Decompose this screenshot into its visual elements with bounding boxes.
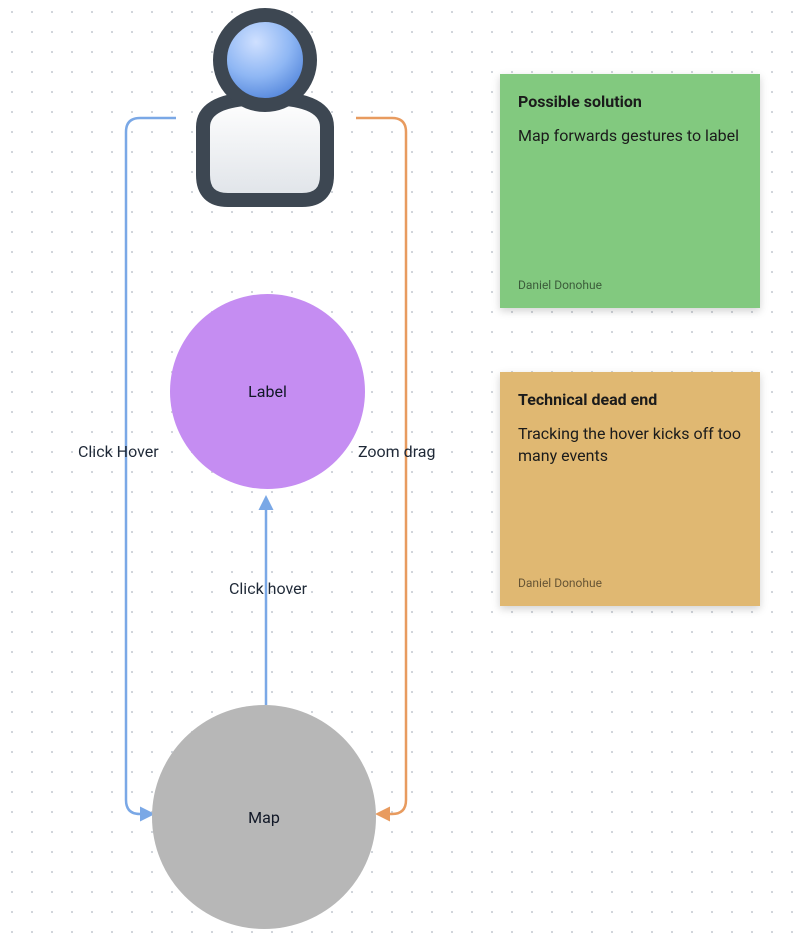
map-node-text: Map [248,808,280,827]
edge-label-click-hover-left: Click Hover [78,442,159,461]
label-node[interactable]: Label [170,294,365,489]
sticky-body: Map forwards gestures to label [518,125,742,147]
sticky-author: Daniel Donohue [518,278,602,292]
sticky-author: Daniel Donohue [518,576,602,590]
label-node-text: Label [248,382,287,401]
sticky-technical-dead-end[interactable]: Technical dead end Tracking the hover ki… [500,372,760,606]
edge-zoom-drag [356,118,406,814]
user-icon [170,0,360,210]
map-node[interactable]: Map [152,705,376,929]
sticky-title: Technical dead end [518,390,742,409]
sticky-body: Tracking the hover kicks off too many ev… [518,423,742,466]
diagram-canvas[interactable]: Label Map Click Hover Zoom drag Click ho… [0,0,804,948]
sticky-title: Possible solution [518,92,742,111]
user-node[interactable] [170,0,360,210]
edge-label-zoom-drag: Zoom drag [358,442,436,461]
edge-label-click-hover-mid: Click hover [229,579,307,598]
edge-click-hover-left [126,118,176,814]
sticky-possible-solution[interactable]: Possible solution Map forwards gestures … [500,74,760,308]
